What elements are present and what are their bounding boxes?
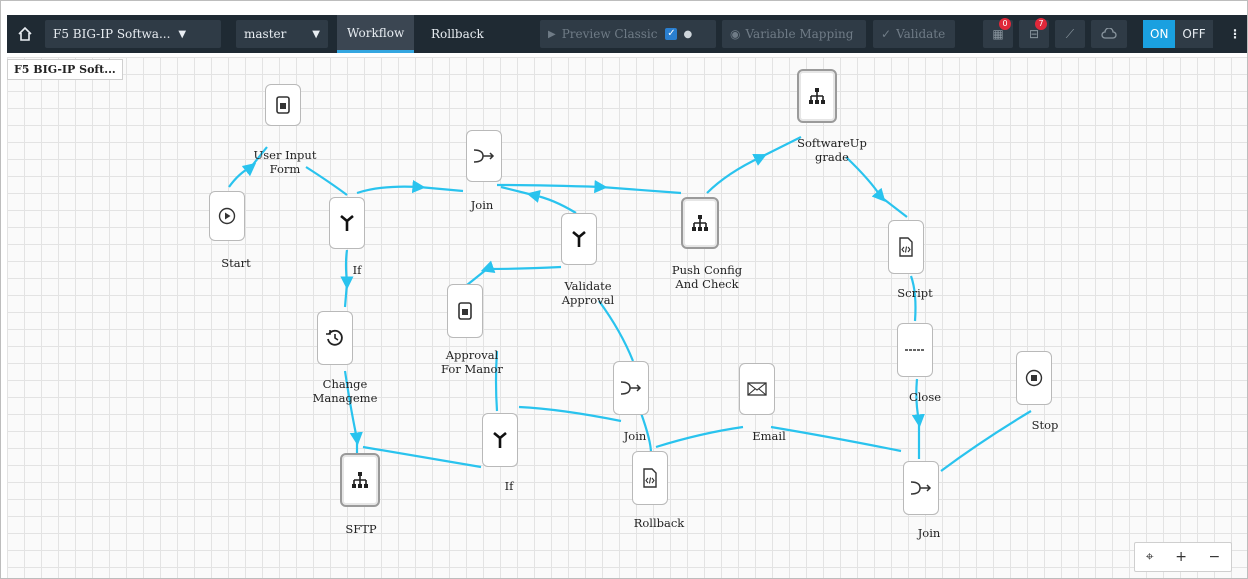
node-validate-approval[interactable] <box>561 213 597 265</box>
edge <box>518 405 622 423</box>
node-label: Approval For Manor <box>441 348 503 376</box>
branch-icon <box>572 231 586 247</box>
node-user-input-form[interactable] <box>265 84 301 126</box>
node-label: Email <box>752 429 786 443</box>
node-label: If <box>352 263 362 277</box>
history-icon <box>326 329 343 346</box>
node-email[interactable] <box>739 363 775 415</box>
node-push-config[interactable] <box>681 197 719 249</box>
edge <box>845 156 908 218</box>
email-icon <box>747 382 767 396</box>
edge <box>362 445 482 469</box>
branch-icon <box>340 215 354 231</box>
join-icon <box>473 149 495 163</box>
node-join-2[interactable] <box>613 361 649 415</box>
sitemap-icon <box>352 472 368 488</box>
branch-icon <box>493 432 507 448</box>
node-software-upgrade[interactable] <box>797 69 837 123</box>
edge <box>340 249 354 308</box>
node-label: Stop <box>1031 418 1059 432</box>
form-icon <box>276 96 290 114</box>
node-label: Validate Approval <box>561 279 615 307</box>
fit-view-icon[interactable]: ⌖ <box>1146 549 1154 565</box>
sitemap-icon <box>809 88 825 104</box>
join-icon <box>620 381 642 395</box>
node-script-1[interactable] <box>888 220 924 274</box>
node-label: SoftwareUp grade <box>797 136 867 164</box>
node-stop[interactable] <box>1016 351 1052 405</box>
node-close[interactable] <box>897 323 933 377</box>
node-if-2[interactable] <box>482 413 518 467</box>
app-frame: F5 BIG-IP Softwa... ▼ master ▼ Workflow … <box>0 0 1248 579</box>
node-label: Join <box>623 429 647 443</box>
join-icon <box>910 481 932 495</box>
node-sftp[interactable] <box>340 453 380 507</box>
edge <box>356 179 464 195</box>
node-label: Change Manageme <box>312 377 378 405</box>
edge <box>598 300 635 362</box>
dash-icon <box>905 349 925 351</box>
node-join-3[interactable] <box>903 461 939 515</box>
code-file-icon <box>643 468 657 488</box>
node-label: User Input Form <box>253 148 317 176</box>
node-start[interactable] <box>209 191 245 241</box>
node-label: If <box>504 479 514 493</box>
node-approval-for-manor[interactable] <box>447 284 483 338</box>
zoom-controls: ⌖ + − <box>1134 542 1232 572</box>
node-if-1[interactable] <box>329 197 365 249</box>
play-circle-icon <box>218 207 236 225</box>
node-change-management[interactable] <box>317 311 353 365</box>
node-label: Script <box>897 286 933 300</box>
zoom-in-button[interactable]: + <box>1175 549 1187 565</box>
node-label: Join <box>917 526 941 540</box>
node-label: Close <box>908 390 942 404</box>
code-file-icon <box>899 237 913 257</box>
node-rollback[interactable] <box>632 451 668 505</box>
node-label: Push Config And Check <box>671 263 743 291</box>
node-label: SFTP <box>345 522 377 536</box>
node-label: Rollback <box>633 516 685 530</box>
zoom-out-button[interactable]: − <box>1208 549 1220 565</box>
form-icon <box>458 302 472 320</box>
stop-circle-icon <box>1025 369 1043 387</box>
sitemap-icon <box>692 215 708 231</box>
node-label: Start <box>221 256 251 270</box>
node-join-1[interactable] <box>466 130 502 182</box>
node-label: Join <box>470 198 494 212</box>
